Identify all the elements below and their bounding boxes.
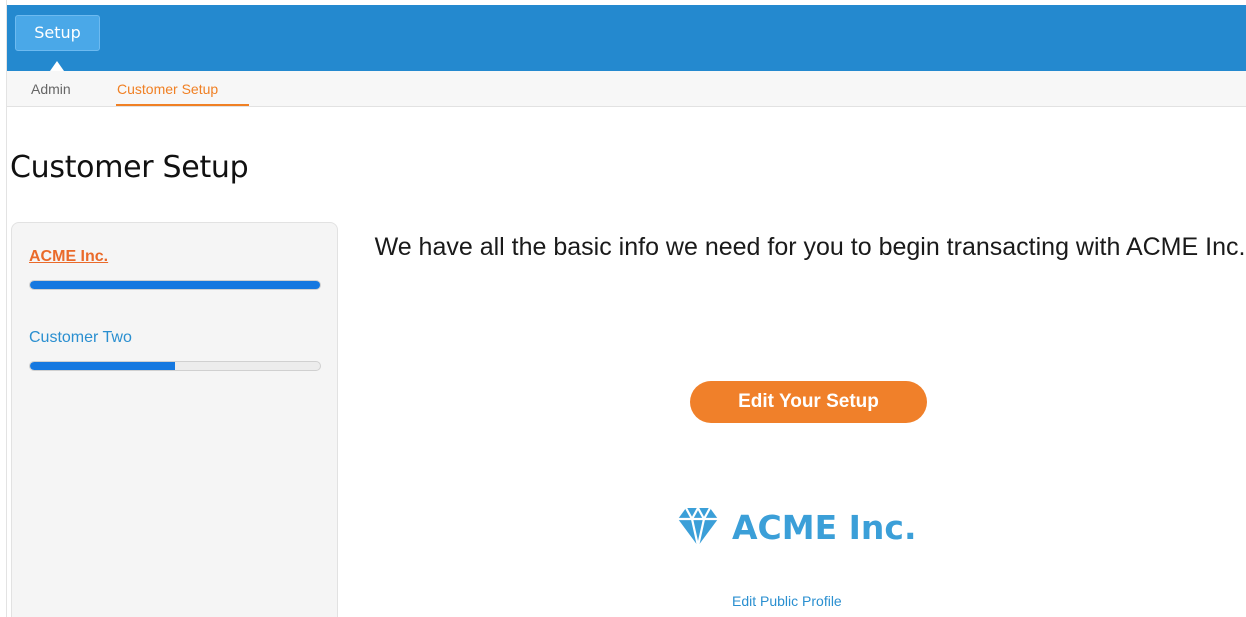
top-bar: Setup <box>7 5 1246 71</box>
customer-progress-bar <box>29 361 321 371</box>
setup-status-message: We have all the basic info we need for y… <box>374 233 1246 261</box>
edit-public-profile-link[interactable]: Edit Public Profile <box>732 593 842 609</box>
brand-name: ACME Inc. <box>732 507 917 547</box>
customer-progress-fill <box>30 362 175 370</box>
sub-navigation: Admin Customer Setup <box>7 71 1246 107</box>
customer-progress-fill <box>30 281 320 289</box>
page-title: Customer Setup <box>10 150 249 185</box>
window-left-edge <box>0 0 7 617</box>
subnav-admin[interactable]: Admin <box>31 81 71 97</box>
edit-setup-button[interactable]: Edit Your Setup <box>690 381 927 423</box>
customer-progress-bar <box>29 280 321 290</box>
diamond-icon <box>678 505 718 547</box>
customer-link-acme[interactable]: ACME Inc. <box>29 248 108 266</box>
customer-link-customer-two[interactable]: Customer Two <box>29 329 132 347</box>
subnav-customer-setup[interactable]: Customer Setup <box>117 81 218 97</box>
active-tab-caret <box>50 61 64 71</box>
active-subnav-underline <box>116 104 249 106</box>
setup-tab[interactable]: Setup <box>15 15 100 51</box>
customer-sidebar: ACME Inc. Customer Two <box>11 222 338 617</box>
customer-brand: ACME Inc. <box>674 504 917 550</box>
